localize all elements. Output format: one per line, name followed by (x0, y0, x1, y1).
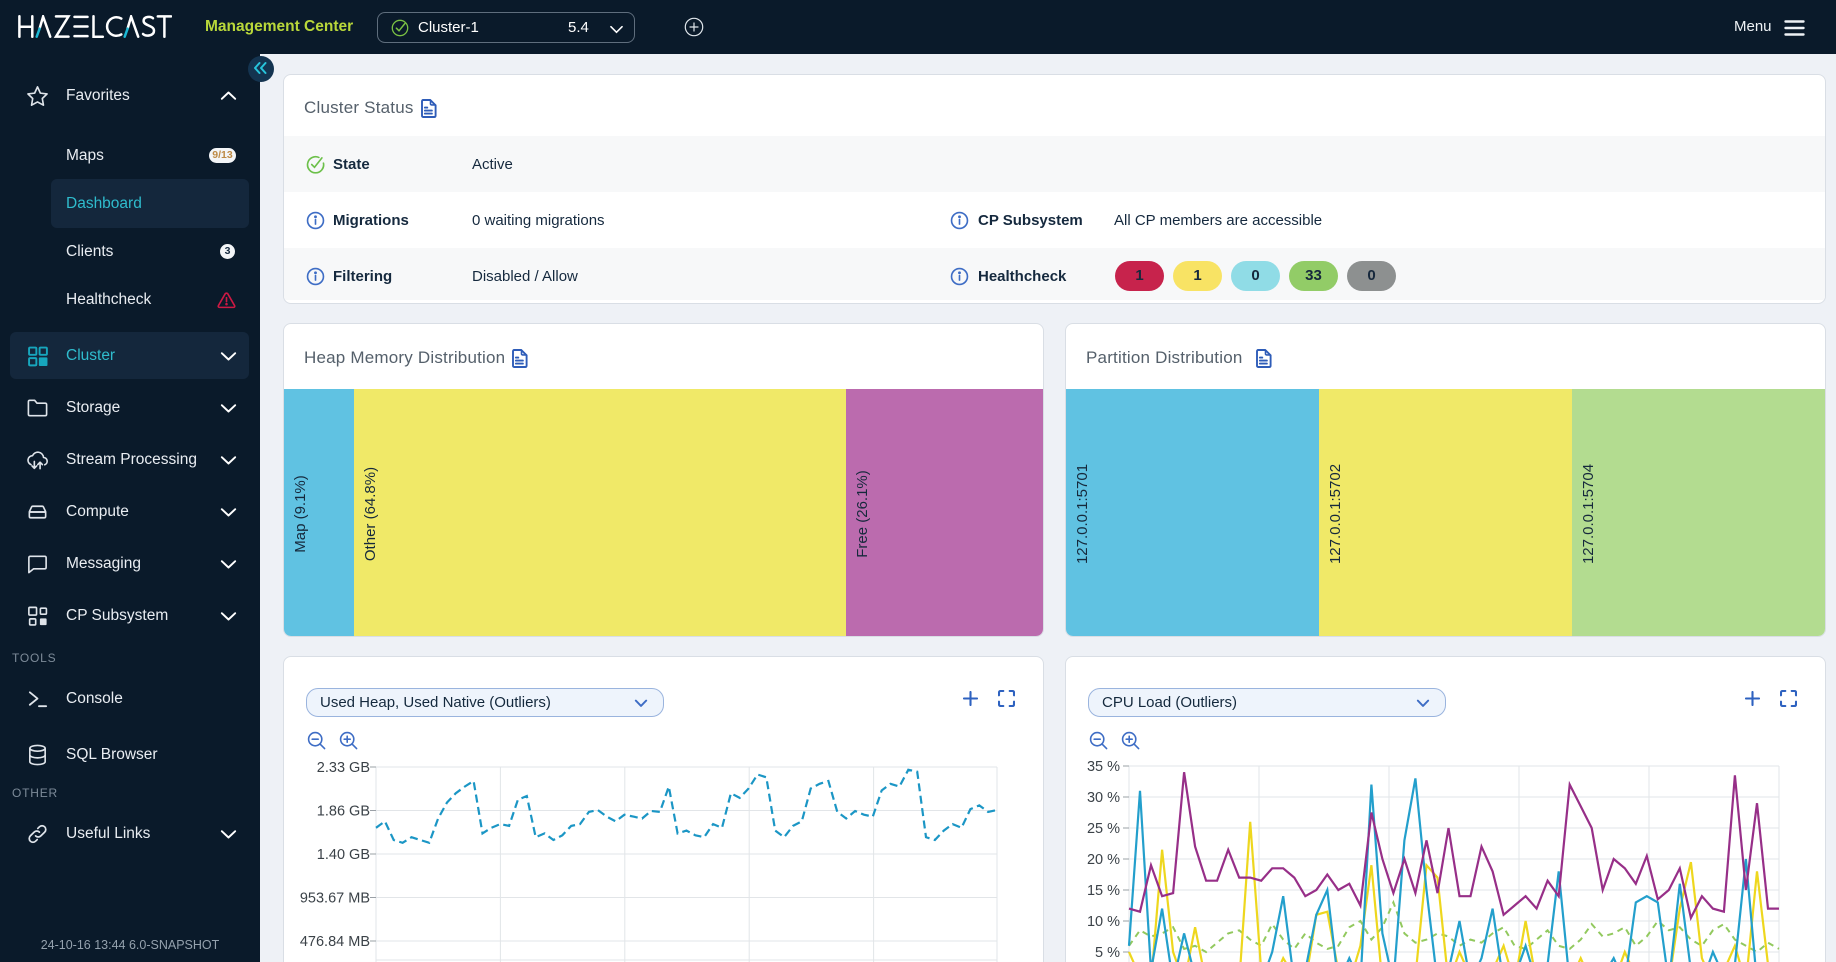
svg-text:10 %: 10 % (1087, 914, 1120, 930)
svg-text:35 %: 35 % (1087, 759, 1120, 775)
svg-text:15 %: 15 % (1087, 883, 1120, 899)
svg-text:1.40 GB: 1.40 GB (317, 847, 370, 863)
svg-text:2.33 GB: 2.33 GB (317, 760, 370, 776)
svg-text:5 %: 5 % (1095, 945, 1120, 961)
svg-text:30 %: 30 % (1087, 790, 1120, 806)
svg-text:25 %: 25 % (1087, 821, 1120, 837)
svg-text:953.67 MB: 953.67 MB (300, 891, 370, 907)
svg-text:20 %: 20 % (1087, 852, 1120, 868)
svg-text:1.86 GB: 1.86 GB (317, 804, 370, 820)
svg-text:476.84 MB: 476.84 MB (300, 934, 370, 950)
